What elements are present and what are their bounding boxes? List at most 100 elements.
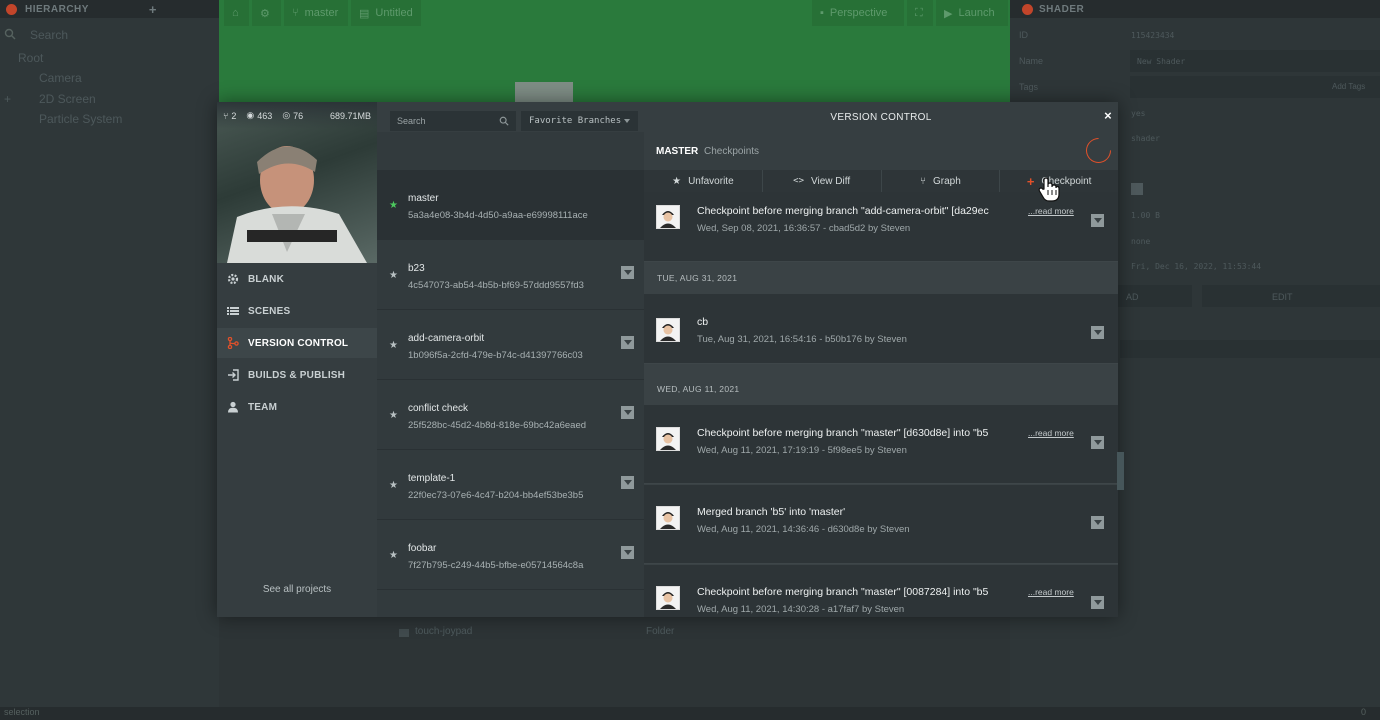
asset-name[interactable]: touch-joypad [415, 626, 472, 637]
branch-menu-button[interactable] [621, 406, 634, 419]
user-avatar [656, 506, 680, 530]
caret-down-icon [624, 119, 630, 123]
read-more-link[interactable]: ...read more [1028, 428, 1074, 438]
nav-builds-publish[interactable]: BUILDS & PUBLISH [217, 360, 377, 390]
see-all-projects-link[interactable]: See all projects [217, 584, 377, 595]
read-more-link[interactable]: ...read more [1028, 587, 1074, 597]
checkpoint-menu-button[interactable] [1091, 326, 1104, 339]
branch-item[interactable]: ★ template-1 22f0ec73-07e6-4c47-b204-bb4… [377, 450, 644, 520]
hierarchy-item-2d-screen[interactable]: 2D Screen [39, 92, 96, 106]
hierarchy-item-root[interactable]: Root [18, 51, 43, 65]
branch-button[interactable]: ⑂ master [284, 0, 348, 26]
user-avatar [656, 586, 680, 610]
document-icon: ▤ [359, 7, 370, 20]
watch-icon: ◎ [282, 110, 291, 120]
code-icon: <> [793, 176, 804, 186]
favorite-branches-select[interactable]: Favorite Branches [521, 111, 638, 131]
add-tags-button[interactable]: Add Tags [1332, 82, 1365, 91]
read-more-link[interactable]: ...read more [1028, 206, 1074, 216]
branch-menu-button[interactable] [621, 546, 634, 559]
branch-menu-button[interactable] [621, 266, 634, 279]
close-icon[interactable]: × [1104, 108, 1112, 123]
tags-label: Tags [1019, 82, 1039, 92]
branch-menu-button[interactable] [621, 336, 634, 349]
graph-button[interactable]: ⑂ Graph [882, 170, 1001, 192]
checkpoint-title: cb [697, 316, 709, 328]
nav-team[interactable]: TEAM [217, 392, 377, 422]
publish-icon [228, 369, 239, 381]
checkpoints-header: MASTER Checkpoints [644, 132, 1118, 170]
branch-item[interactable]: ★ b23 4c547073-ab54-4b5b-bf69-57ddd9557f… [377, 240, 644, 310]
hierarchy-search-input[interactable]: Search [30, 28, 68, 42]
name-label: Name [1019, 56, 1044, 66]
launch-label: Launch [958, 7, 995, 19]
star-icon[interactable]: ★ [389, 480, 398, 491]
fork-icon: ⑂ [223, 110, 229, 121]
launch-button[interactable]: ▶ Launch [936, 0, 1008, 26]
settings-button[interactable]: ⚙ [252, 0, 281, 26]
checkpoint-menu-button[interactable] [1091, 596, 1104, 609]
watchers-stat: ◎ 76 [282, 110, 304, 121]
close-icon[interactable] [1022, 3, 1033, 15]
checkpoint-item[interactable]: Checkpoint before merging branch "master… [644, 405, 1118, 484]
branch-icon [227, 337, 239, 349]
fullscreen-button[interactable]: ⛶ [907, 0, 933, 26]
branch-toolbar: Search Favorite Branches [377, 102, 644, 132]
nav-blank[interactable]: BLANK [217, 264, 377, 294]
perspective-button[interactable]: ▪ Perspective [812, 0, 904, 26]
star-icon[interactable]: ★ [389, 410, 398, 421]
branch-item[interactable]: ★ foobar 7f27b795-c249-44b5-bfbe-e057145… [377, 520, 644, 590]
checkbox[interactable] [1131, 183, 1143, 195]
checkpoint-meta: Wed, Sep 08, 2021, 16:36:57 - cbad5d2 by… [697, 223, 911, 234]
graph-icon: ⑂ [919, 175, 926, 187]
star-icon[interactable]: ★ [389, 270, 398, 281]
nav-scenes[interactable]: SCENES [217, 296, 377, 326]
checkpoint-item[interactable]: Merged branch 'b5' into 'master' Wed, Au… [644, 485, 1118, 564]
inspector-section [1120, 340, 1380, 358]
id-value: 115423434 [1131, 31, 1175, 40]
checkpoint-menu-button[interactable] [1091, 436, 1104, 449]
view-diff-button[interactable]: <> View Diff [763, 170, 882, 192]
favorite-branches-label: Favorite Branches [529, 116, 622, 126]
star-icon[interactable]: ★ [389, 200, 398, 211]
checkpoint-menu-button[interactable] [1091, 516, 1104, 529]
home-button[interactable]: ⌂ [224, 0, 249, 26]
preload-value: yes [1131, 109, 1146, 118]
checkpoint-menu-button[interactable] [1091, 214, 1104, 227]
add-icon[interactable]: + [149, 2, 157, 17]
source-value: none [1131, 237, 1151, 246]
hierarchy-panel: HIERARCHY + Search Root Camera + 2D Scre… [0, 0, 219, 720]
plus-icon: + [1026, 173, 1035, 189]
folder-icon [399, 629, 409, 637]
views-stat: ◉ 463 [246, 110, 273, 121]
search-icon[interactable] [4, 28, 16, 40]
loading-spinner-icon [1080, 132, 1117, 169]
scrollbar-thumb[interactable] [1117, 452, 1124, 490]
hierarchy-item-camera[interactable]: Camera [39, 71, 82, 85]
nav-version-control[interactable]: VERSION CONTROL [217, 328, 377, 358]
date-separator: WED, AUG 11, 2021 [657, 384, 740, 394]
branch-menu-button[interactable] [621, 476, 634, 489]
star-icon: ★ [672, 175, 682, 187]
star-icon[interactable]: ★ [389, 340, 398, 351]
branch-name: foobar [408, 543, 437, 554]
perspective-label: Perspective [829, 7, 888, 19]
branch-search-input[interactable]: Search [390, 111, 516, 131]
branch-hash: 7f27b795-c249-44b5-bfbe-e05714564c8a [408, 560, 584, 571]
unfavorite-button[interactable]: ★ Unfavorite [644, 170, 763, 192]
branch-item[interactable]: ★ master 5a3a4e08-3b4d-4d50-a9aa-e699981… [377, 170, 644, 240]
document-button[interactable]: ▤ Untitled [351, 0, 421, 26]
branch-item[interactable]: ★ add-camera-orbit 1b096f5a-2cfd-479e-b7… [377, 310, 644, 380]
date-separator: TUE, AUG 31, 2021 [657, 273, 738, 283]
unfavorite-label: Unfavorite [688, 175, 734, 187]
status-count: 0 [1360, 707, 1366, 717]
branch-item[interactable]: ★ conflict check 25f528bc-45d2-4b8d-818e… [377, 380, 644, 450]
close-icon[interactable] [6, 3, 17, 15]
checkpoint-item[interactable]: Checkpoint before merging branch "master… [644, 565, 1118, 617]
star-icon[interactable]: ★ [389, 550, 398, 561]
checkpoint-item[interactable]: cb Tue, Aug 31, 2021, 16:54:16 - b50b176… [644, 294, 1118, 364]
expand-icon[interactable]: + [4, 92, 11, 106]
hierarchy-item-particle-system[interactable]: Particle System [39, 112, 122, 126]
checkpoint-meta: Wed, Aug 11, 2021, 14:36:46 - d630d8e by… [697, 524, 910, 535]
hand-cursor-icon [1038, 177, 1060, 203]
